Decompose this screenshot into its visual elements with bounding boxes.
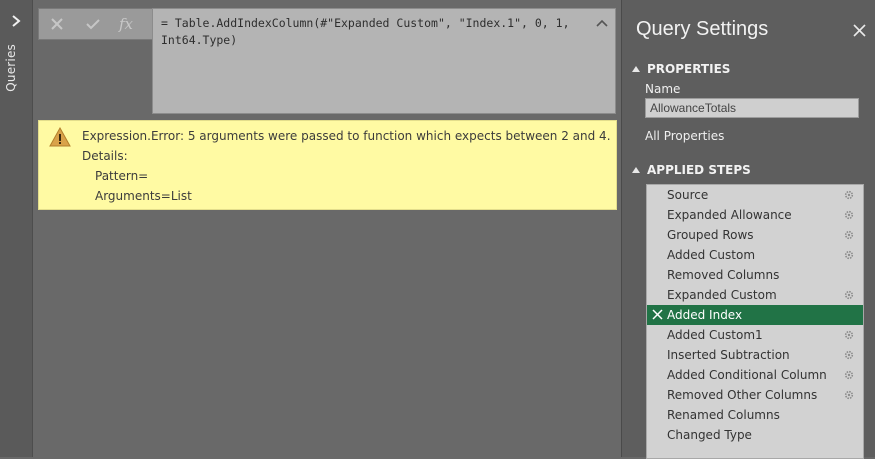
step-source[interactable]: Source <box>647 185 863 205</box>
step-label: Removed Columns <box>667 268 780 282</box>
step-grouped-rows[interactable]: Grouped Rows <box>647 225 863 245</box>
step-label: Grouped Rows <box>667 228 754 242</box>
step-label: Changed Type <box>667 428 752 442</box>
gear-icon[interactable] <box>843 189 855 201</box>
properties-section-toggle[interactable]: PROPERTIES <box>632 62 730 76</box>
gear-icon[interactable] <box>843 249 855 261</box>
step-label: Added Conditional Column <box>667 368 827 382</box>
name-label: Name <box>645 82 681 96</box>
step-changed-type[interactable]: Changed Type <box>647 425 863 445</box>
formula-editor[interactable]: = Table.AddIndexColumn(#"Expanded Custom… <box>152 8 616 114</box>
gear-icon[interactable] <box>843 369 855 381</box>
applied-steps-heading: APPLIED STEPS <box>647 163 751 177</box>
error-pattern: Pattern= <box>95 169 149 183</box>
check-icon <box>86 19 100 30</box>
error-message: Expression.Error: 5 arguments were passe… <box>82 129 611 143</box>
gear-icon[interactable] <box>843 209 855 221</box>
all-properties-link[interactable]: All Properties <box>645 129 724 143</box>
cancel-formula-button[interactable] <box>39 9 75 39</box>
warning-icon <box>49 127 71 147</box>
step-removed-other-columns[interactable]: Removed Other Columns <box>647 385 863 405</box>
cancel-icon <box>51 18 63 30</box>
step-label: Added Index <box>667 308 743 322</box>
collapse-triangle-icon <box>632 167 640 173</box>
query-settings-title: Query Settings <box>636 18 769 40</box>
step-label: Source <box>667 188 709 202</box>
delete-step-icon[interactable] <box>652 309 663 320</box>
query-settings-pane: Query Settings PROPERTIES Name All Prope… <box>621 0 875 459</box>
chevron-right-icon[interactable] <box>9 14 23 28</box>
queries-label[interactable]: Queries <box>4 44 18 92</box>
step-label: Added Custom1 <box>667 328 763 342</box>
insert-function-button[interactable]: fx <box>119 15 133 33</box>
error-details-label: Details: <box>82 149 128 163</box>
step-added-index[interactable]: Added Index <box>647 305 863 325</box>
step-label: Removed Other Columns <box>667 388 818 402</box>
main-area: fx = Table.AddIndexColumn(#"Expanded Cus… <box>33 0 620 457</box>
step-label: Expanded Allowance <box>667 208 792 222</box>
error-panel: Expression.Error: 5 arguments were passe… <box>38 120 617 210</box>
close-icon[interactable] <box>853 24 866 37</box>
step-expanded-custom[interactable]: Expanded Custom <box>647 285 863 305</box>
query-name-input[interactable] <box>645 98 859 118</box>
step-label: Inserted Subtraction <box>667 348 790 362</box>
commit-formula-button[interactable] <box>75 9 111 39</box>
step-inserted-subtraction[interactable]: Inserted Subtraction <box>647 345 863 365</box>
step-added-conditional-column[interactable]: Added Conditional Column <box>647 365 863 385</box>
applied-steps-list: Source Expanded Allowance Grouped Rows A… <box>646 184 864 459</box>
step-added-custom1[interactable]: Added Custom1 <box>647 325 863 345</box>
queries-rail[interactable]: Queries <box>0 0 33 457</box>
step-label: Renamed Columns <box>667 408 780 422</box>
properties-heading: PROPERTIES <box>647 62 731 76</box>
collapse-triangle-icon <box>632 66 640 72</box>
applied-steps-section-toggle[interactable]: APPLIED STEPS <box>632 163 751 177</box>
step-renamed-columns[interactable]: Renamed Columns <box>647 405 863 425</box>
formula-text[interactable]: = Table.AddIndexColumn(#"Expanded Custom… <box>161 15 581 49</box>
step-expanded-allowance[interactable]: Expanded Allowance <box>647 205 863 225</box>
step-added-custom[interactable]: Added Custom <box>647 245 863 265</box>
gear-icon[interactable] <box>843 289 855 301</box>
chevron-up-icon[interactable] <box>595 17 609 31</box>
step-label: Expanded Custom <box>667 288 777 302</box>
gear-icon[interactable] <box>843 349 855 361</box>
gear-icon[interactable] <box>843 389 855 401</box>
error-arguments: Arguments=List <box>95 189 192 203</box>
step-removed-columns[interactable]: Removed Columns <box>647 265 863 285</box>
gear-icon[interactable] <box>843 329 855 341</box>
gear-icon[interactable] <box>843 229 855 241</box>
step-label: Added Custom <box>667 248 756 262</box>
